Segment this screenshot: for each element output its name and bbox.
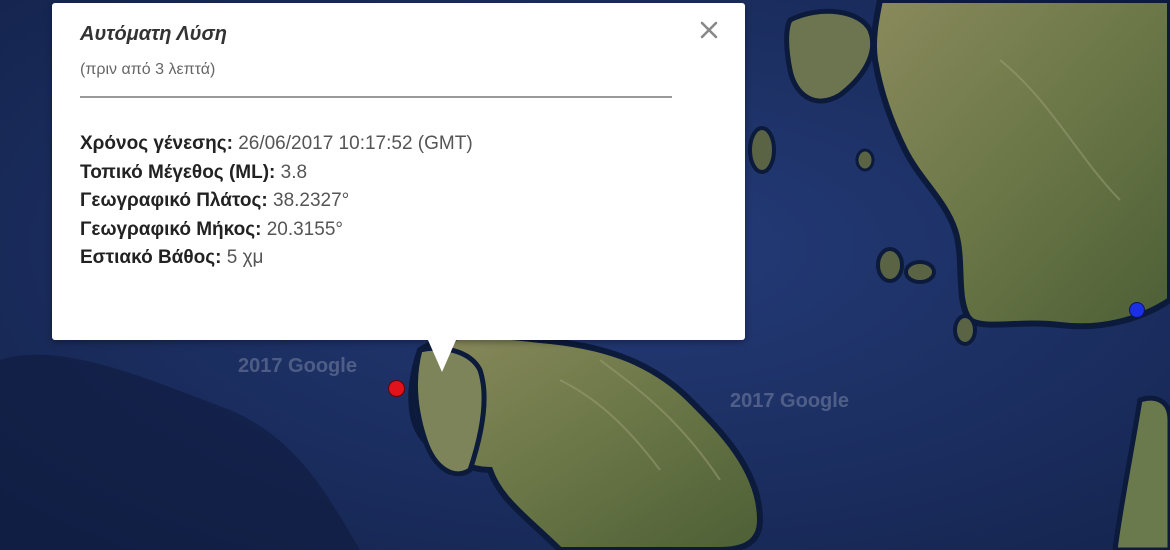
detail-row-longitude: Γεωγραφικό Μήκος: 20.3155° <box>80 216 473 245</box>
detail-label: Γεωγραφικό Πλάτος: <box>80 190 273 211</box>
map-watermark: 2017 Google <box>730 390 849 412</box>
popup-subtitle: (πριν από 3 λεπτά) <box>80 61 216 78</box>
close-icon[interactable] <box>696 17 722 43</box>
info-popup: Αυτόματη Λύση (πριν από 3 λεπτά) Χρόνος … <box>52 3 745 372</box>
earthquake-marker[interactable] <box>388 380 405 397</box>
popup-title: Αυτόματη Λύση <box>80 23 227 45</box>
popup-pointer <box>428 340 456 372</box>
popup-divider <box>80 96 672 98</box>
close-icon-glyph <box>700 21 718 39</box>
earthquake-details: Χρόνος γένεσης: 26/06/2017 10:17:52 (GMT… <box>80 130 473 273</box>
detail-row-depth: Εστιακό Βάθος: 5 χμ <box>80 244 473 273</box>
detail-value: 3.8 <box>280 161 308 183</box>
detail-value: 20.3155° <box>266 218 343 240</box>
detail-row-magnitude: Τοπικό Μέγεθος (ML): 3.8 <box>80 159 473 188</box>
detail-label: Εστιακό Βάθος: <box>80 247 227 268</box>
map-watermark: 2017 Google <box>238 355 357 377</box>
map-marker-blue[interactable] <box>1129 302 1145 318</box>
detail-label: Τοπικό Μέγεθος (ML): <box>80 161 281 183</box>
detail-row-origin-time: Χρόνος γένεσης: 26/06/2017 10:17:52 (GMT… <box>80 130 473 159</box>
detail-value: 5 χμ <box>226 247 264 268</box>
detail-label: Χρόνος γένεσης: <box>80 133 239 154</box>
detail-value: 26/06/2017 10:17:52 (GMT) <box>238 133 473 154</box>
detail-value: 38.2327° <box>273 190 350 211</box>
detail-label: Γεωγραφικό Μήκος: <box>80 218 267 240</box>
detail-row-latitude: Γεωγραφικό Πλάτος: 38.2327° <box>80 187 473 216</box>
